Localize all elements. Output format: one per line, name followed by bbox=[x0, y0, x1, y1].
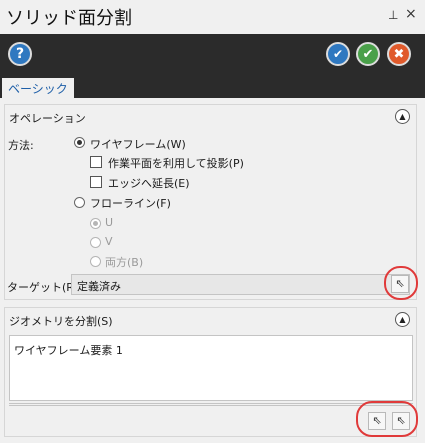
operation-title: オペレーション bbox=[9, 112, 86, 125]
flowline-label[interactable]: フローライン(F) bbox=[90, 195, 171, 211]
project-plane-label[interactable]: 作業平面を利用して投影(P) bbox=[108, 155, 244, 171]
help-button[interactable]: ? bbox=[8, 42, 32, 66]
tab-strip: ベーシック bbox=[0, 76, 425, 98]
apply-button[interactable]: ✔ bbox=[326, 42, 350, 66]
wireframe-label[interactable]: ワイヤフレーム(W) bbox=[90, 136, 186, 152]
toolbar: ? ✔ ✔ ✖ bbox=[0, 34, 425, 76]
both-radio[interactable] bbox=[90, 256, 101, 267]
tab-basic[interactable]: ベーシック bbox=[2, 78, 74, 98]
target-field: 定義済み bbox=[71, 274, 410, 295]
split-geometry-list[interactable]: ワイヤフレーム要素 1 bbox=[9, 335, 413, 401]
collapse-up-icon[interactable]: ▲ bbox=[395, 109, 410, 124]
method-label: 方法: bbox=[8, 139, 34, 152]
split-geometry-header[interactable]: ジオメトリを分割(S) ▲ bbox=[5, 308, 416, 332]
window-title: ソリッド面分割 bbox=[6, 8, 132, 29]
horizontal-scrollbar[interactable] bbox=[9, 403, 413, 406]
target-value: 定義済み bbox=[77, 280, 121, 293]
extend-edge-checkbox[interactable] bbox=[90, 176, 102, 188]
wireframe-radio[interactable] bbox=[74, 137, 85, 148]
split-geometry-title: ジオメトリを分割(S) bbox=[9, 315, 113, 328]
v-radio[interactable] bbox=[90, 237, 101, 248]
collapse-up-icon[interactable]: ▲ bbox=[395, 312, 410, 327]
pin-icon[interactable]: ⊥ bbox=[388, 8, 398, 22]
cancel-button[interactable]: ✖ bbox=[387, 42, 411, 66]
list-item[interactable]: ワイヤフレーム要素 1 bbox=[14, 342, 123, 358]
highlight-ring-target bbox=[384, 266, 418, 300]
operation-header[interactable]: オペレーション ▲ bbox=[5, 105, 416, 129]
v-label: V bbox=[105, 235, 113, 248]
extend-edge-label[interactable]: エッジへ延長(E) bbox=[108, 175, 190, 191]
title-bar: ソリッド面分割 ⊥ × bbox=[0, 0, 425, 34]
both-label: 両方(B) bbox=[105, 256, 144, 269]
u-radio[interactable] bbox=[90, 218, 101, 229]
ok-button[interactable]: ✔ bbox=[356, 42, 380, 66]
highlight-ring-pick bbox=[356, 401, 418, 437]
close-icon[interactable]: × bbox=[405, 6, 417, 22]
u-label: U bbox=[105, 216, 114, 229]
flowline-radio[interactable] bbox=[74, 197, 85, 208]
project-plane-checkbox[interactable] bbox=[90, 156, 102, 168]
operation-panel: オペレーション ▲ bbox=[4, 104, 417, 300]
